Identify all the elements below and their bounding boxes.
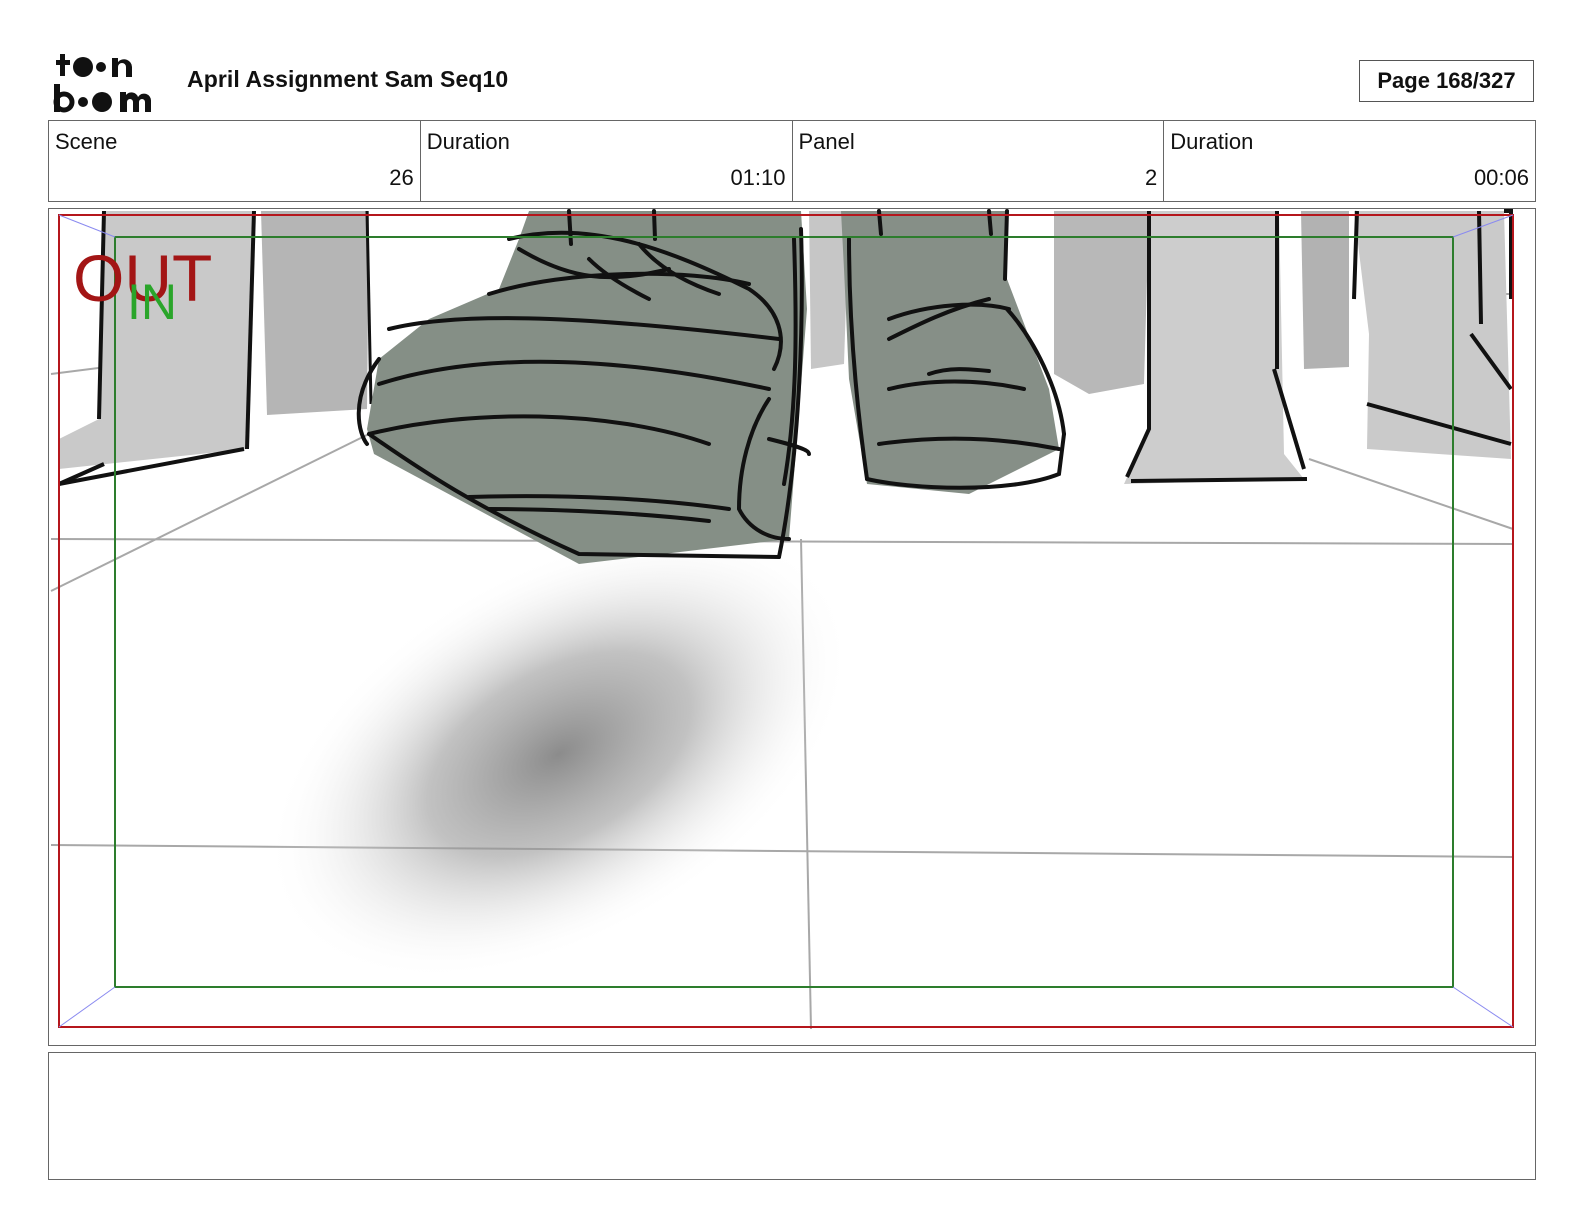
panel-cell: Panel 2 (793, 121, 1165, 201)
scene-label: Scene (55, 129, 118, 154)
scene-duration-label: Duration (426, 129, 510, 154)
storyboard-title: April Assignment Sam Seq10 (187, 66, 509, 92)
front-shoe (356, 209, 811, 564)
panel-value: 2 (1145, 165, 1158, 190)
scene-duration-value: 01:10 (730, 165, 786, 190)
panel-sketch: OUT IN (50, 209, 1514, 1030)
scene-info-bar: Scene 26 Duration 01:10 Panel 2 Duration… (48, 120, 1536, 202)
storyboard-panel: OUT IN (48, 208, 1536, 1046)
panel-notes (48, 1052, 1536, 1180)
scene-value: 26 (389, 165, 414, 190)
panel-duration-label: Duration (1170, 129, 1254, 154)
in-label: IN (127, 274, 177, 330)
page-number: Page 168/327 (1359, 60, 1534, 102)
back-shoe (841, 209, 1066, 494)
panel-duration-value: 00:06 (1473, 165, 1529, 190)
scene-duration-cell: Duration 01:10 (421, 121, 793, 201)
toon-boom-logo: toon (53, 54, 152, 113)
panel-label: Panel (798, 129, 855, 154)
panel-duration-cell: Duration 00:06 (1164, 121, 1535, 201)
scene-cell: Scene 26 (49, 121, 421, 201)
